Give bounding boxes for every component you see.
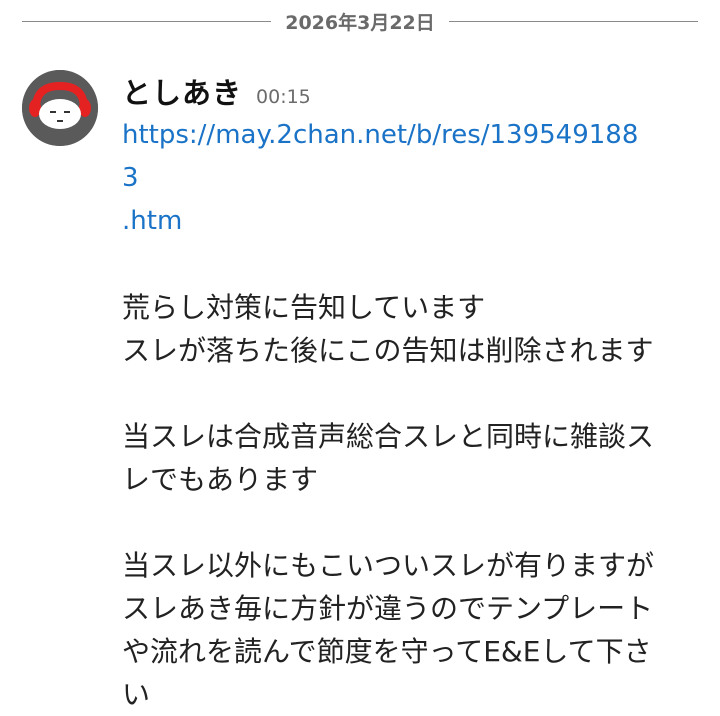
paragraph-line: い [122, 678, 151, 711]
notice-paragraph-3: 当スレ以外にもこいついスレが有りますが スレあき毎に方針が違うのでテンプレート … [122, 544, 702, 716]
avatar-icon [22, 70, 98, 146]
notice-paragraph-2: 当スレは合成音声総合スレと同時に雑談ス レでもあります [122, 415, 702, 501]
author-name[interactable]: としあき [122, 70, 242, 112]
divider-line-right [448, 20, 699, 22]
divider-line-left [22, 20, 272, 22]
thread-link-line2: .htm [122, 206, 183, 236]
notice-paragraph-1: 荒らし対策に告知しています スレが落ちた後にこの告知は削除されます [122, 286, 702, 372]
message-timestamp: 00:15 [256, 86, 311, 108]
paragraph-line: や流れを読んで節度を守ってE&Eして下さ [122, 635, 652, 668]
message-header: としあき 00:15 [122, 70, 702, 118]
paragraph-line: 当スレ以外にもこいついスレが有りますが [122, 549, 655, 582]
paragraph-line: スレが落ちた後にこの告知は削除されます [122, 334, 654, 367]
paragraph-line: レでもあります [122, 463, 319, 496]
paragraph-line: 荒らし対策に告知しています [122, 291, 486, 324]
thread-link-line1: https://may.2chan.net/b/res/1395491883 [122, 120, 639, 193]
date-divider: 2026年3月22日 [22, 8, 699, 34]
paragraph-line: 当スレは合成音声総合スレと同時に雑談ス [122, 420, 655, 453]
thread-link[interactable]: https://may.2chan.net/b/res/1395491883 .… [122, 114, 652, 243]
paragraph-line: スレあき毎に方針が違うのでテンプレート [122, 592, 654, 625]
avatar[interactable] [22, 70, 98, 146]
date-label: 2026年3月22日 [285, 11, 435, 34]
message-content: としあき 00:15 https://may.2chan.net/b/res/1… [122, 70, 702, 716]
